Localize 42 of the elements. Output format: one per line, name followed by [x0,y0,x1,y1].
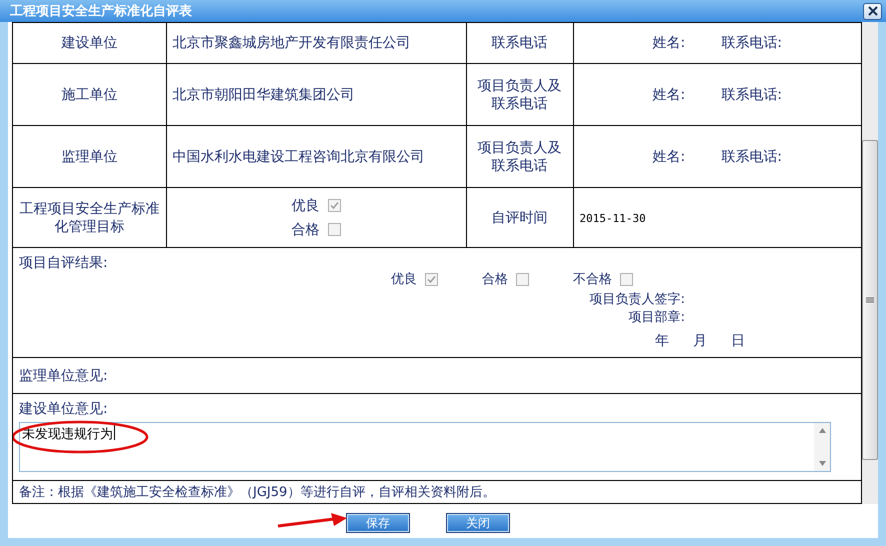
dialog-button[interactable]: 保存 [346,513,410,533]
phone-label: 联系电话: [721,34,782,52]
close-icon [868,6,878,16]
contact-label: 联系电话 [492,35,548,51]
name-label: 姓名: [652,148,686,166]
close-button[interactable] [863,2,882,20]
section-label: 监理单位意见: [19,368,108,384]
date-label: 日 [731,332,745,350]
opinion-field[interactable]: 未发现违规行为 [19,422,831,472]
window-title: 工程项目安全生产标准化自评表 [10,2,192,20]
signature-label: 项目负责人签字: [590,291,685,308]
phone-label: 联系电话: [721,86,782,104]
option-label: 优良 [292,196,320,214]
date-label: 月 [693,332,707,350]
section-label: 建设单位意见: [19,401,108,417]
company-name: 北京市聚鑫城房地产开发有限责任公司 [172,35,410,51]
scroll-up-icon [818,428,826,433]
contact-label: 项目负责人及联系电话 [478,78,562,112]
company-name: 中国水利水电建设工程咨询北京有限公司 [172,148,424,164]
section-label: 项目自评结果: [19,255,108,271]
option-label: 合格 [292,220,320,238]
note-text: 备注：根据《建筑施工安全检查标准》（JGJ59）等进行自评，自评相关资料附后。 [19,485,496,500]
time-label: 自评时间 [492,210,548,226]
date-label: 年 [655,332,669,350]
row-label: 施工单位 [61,86,118,102]
signature-label: 项目部章: [628,309,685,326]
option-label: 不合格 [573,271,612,288]
row-label: 监理单位 [61,148,118,164]
name-label: 姓名: [652,86,686,104]
dialog-button[interactable]: 关闭 [446,513,510,533]
grip-icon [866,297,874,303]
contact-label: 项目负责人及联系电话 [478,140,562,174]
row-label: 工程项目安全生产标准化管理目标 [19,200,160,234]
date-value: 2015-11-30 [580,212,646,224]
scrollbar[interactable] [862,22,878,504]
scroll-down-icon [818,461,826,466]
option-label: 优良 [391,271,417,288]
phone-label: 联系电话: [721,148,782,166]
company-name: 北京市朝阳田华建筑集团公司 [172,86,354,102]
name-label: 姓名: [652,34,686,52]
row-label: 建设单位 [61,35,118,51]
option-label: 合格 [482,271,508,288]
